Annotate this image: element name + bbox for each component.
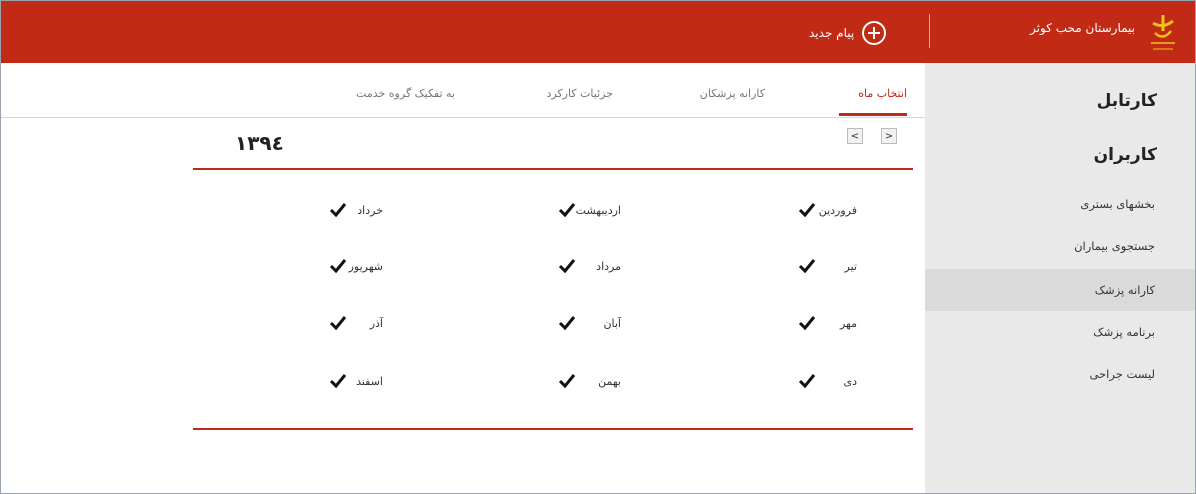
sidebar-item-label: بخشهای بستری xyxy=(1080,197,1155,211)
plus-icon xyxy=(862,21,887,45)
prev-year-button[interactable]: < xyxy=(847,128,863,144)
sidebar-item-label: لیست جراحی xyxy=(1089,367,1155,381)
sidebar-item-doctor-schedule[interactable]: برنامه پزشک xyxy=(925,311,1195,353)
check-icon[interactable] xyxy=(798,258,816,274)
tab-doctors-fee[interactable]: کارانه پزشکان xyxy=(700,87,765,100)
month-label[interactable]: اسفند xyxy=(356,375,383,388)
check-icon[interactable] xyxy=(558,258,576,274)
sidebar-item-label: جستجوی بیماران xyxy=(1074,239,1155,253)
month-label[interactable]: فروردین xyxy=(819,204,857,217)
next-year-button[interactable]: > xyxy=(881,128,897,144)
bottom-red-rule xyxy=(193,428,913,430)
check-icon[interactable] xyxy=(798,202,816,218)
month-label[interactable]: دی xyxy=(843,375,857,388)
sidebar-item-label: کارانه پزشک xyxy=(1094,283,1155,297)
check-icon[interactable] xyxy=(329,373,347,389)
sidebar-item-label: برنامه پزشک xyxy=(1093,325,1155,339)
tabs-divider xyxy=(1,117,925,118)
month-label[interactable]: بهمن xyxy=(598,375,621,388)
sidebar-item-wards[interactable]: بخشهای بستری xyxy=(925,183,1195,225)
sidebar-heading-cartable[interactable]: کارتابل xyxy=(1097,91,1157,111)
sidebar-item-doctor-fee[interactable]: کارانه پزشک xyxy=(925,269,1195,311)
top-red-rule xyxy=(193,168,913,170)
check-icon[interactable] xyxy=(558,202,576,218)
new-message-label: پیام جدید xyxy=(809,26,855,40)
check-icon[interactable] xyxy=(558,373,576,389)
check-icon[interactable] xyxy=(329,258,347,274)
month-label[interactable]: مهر xyxy=(840,317,857,330)
new-message-button[interactable]: پیام جدید xyxy=(809,19,887,47)
month-label[interactable]: آذر xyxy=(370,317,383,330)
main-content: انتخاب ماه کارانه پزشکان جزئیات کارکرد ب… xyxy=(1,63,925,493)
month-label[interactable]: اردیبهشت xyxy=(576,204,621,217)
sidebar-item-patient-search[interactable]: جستجوی بیماران xyxy=(925,225,1195,267)
app-window: بیمارستان محب کوثر پیام جدید کارتابل کار… xyxy=(0,0,1196,494)
hospital-name: بیمارستان محب کوثر xyxy=(1030,21,1135,35)
tab-by-service-group[interactable]: به تفکیک گروه خدمت xyxy=(356,87,455,100)
check-icon[interactable] xyxy=(329,202,347,218)
sidebar-heading-users[interactable]: کاربران xyxy=(1094,145,1157,165)
year-label: ۱۳۹٤ xyxy=(235,131,284,155)
check-icon[interactable] xyxy=(329,315,347,331)
tab-work-details[interactable]: جزئیات کارکرد xyxy=(546,87,613,100)
check-icon[interactable] xyxy=(558,315,576,331)
month-label[interactable]: آبان xyxy=(603,317,621,330)
sidebar-item-surgery-list[interactable]: لیست جراحی xyxy=(925,353,1195,395)
sidebar: کارتابل کاربران بخشهای بستری جستجوی بیما… xyxy=(925,63,1195,493)
month-label[interactable]: تیر xyxy=(845,260,857,273)
month-label[interactable]: خرداد xyxy=(357,204,383,217)
month-label[interactable]: شهریور xyxy=(349,260,383,273)
top-bar: بیمارستان محب کوثر پیام جدید xyxy=(1,1,1195,63)
check-icon[interactable] xyxy=(798,315,816,331)
hospital-logo-icon xyxy=(1151,15,1175,50)
active-tab-indicator xyxy=(839,113,907,116)
check-icon[interactable] xyxy=(798,373,816,389)
top-bar-divider xyxy=(929,14,930,48)
month-label[interactable]: مرداد xyxy=(596,260,621,273)
tab-select-month[interactable]: انتخاب ماه xyxy=(858,87,907,100)
